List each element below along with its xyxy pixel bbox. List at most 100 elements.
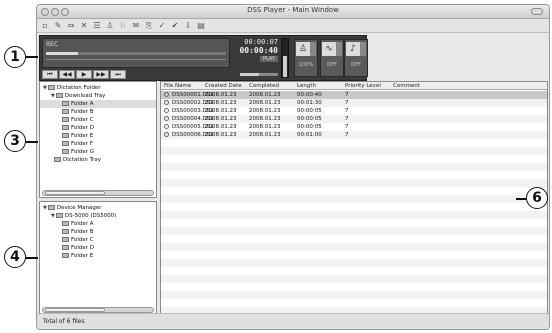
lcd-display: REC xyxy=(42,38,230,68)
folder-icon xyxy=(62,117,69,122)
scroll-thumb[interactable] xyxy=(45,308,105,312)
position-slider[interactable] xyxy=(46,52,226,55)
noise-cancel-control[interactable]: ∿ OFF xyxy=(320,39,344,77)
column-priority-level[interactable]: Priority Level xyxy=(345,82,381,90)
tree-item-device-folder-c[interactable]: Folder C xyxy=(62,236,94,244)
column-created-date[interactable]: Created Date xyxy=(205,82,242,90)
dictation-tree-panel: ▼ Dictation Folder ▼ Download Tray Folder … xyxy=(39,81,157,198)
voice-filter-control[interactable]: ♪ OFF xyxy=(344,39,368,77)
voice-filter-icon: ♪ xyxy=(346,42,360,56)
column-file-name[interactable]: File Name xyxy=(164,82,191,90)
skip-start-button[interactable]: ⏮ xyxy=(42,70,58,79)
tree-item-folder-d[interactable]: Folder D xyxy=(62,124,94,132)
empty-row xyxy=(161,251,547,259)
time-display: 00:00:07 00:00:40 PLAY xyxy=(234,38,278,68)
completed-cell: 2008.01.23 xyxy=(249,116,281,122)
table-row[interactable]: DSS00006.DS2 2008.01.23 2008.01.23 00:01:00… xyxy=(161,131,547,139)
tree-item-dictation-tray[interactable]: Dictation Tray xyxy=(54,156,101,164)
folder-icon xyxy=(62,141,69,146)
completed-cell: 2008.01.23 xyxy=(249,124,281,130)
level-meter-fill xyxy=(283,56,287,77)
pen-icon[interactable]: ✎ xyxy=(53,21,63,31)
skip-end-button[interactable]: ⏭ xyxy=(110,70,126,79)
rewind-button[interactable]: ◀◀ xyxy=(59,70,75,79)
info-icon[interactable]: ▤ xyxy=(196,21,206,31)
tree-item-device-manager[interactable]: ▼ Device Manager xyxy=(43,204,102,212)
column-length[interactable]: Length xyxy=(297,82,316,90)
noise-cancel-stepper[interactable] xyxy=(336,42,342,56)
length-cell: 00:01:30 xyxy=(297,100,322,106)
column-comment[interactable]: Comment xyxy=(393,82,420,90)
toolbar: ▫ ✎ ⇔ ✕ ☰ ♙ ♘ ✉ ⎘ ✓ ✔ ⇩ ▤ xyxy=(37,19,549,33)
empty-row xyxy=(161,203,547,211)
mail-icon[interactable]: ✉ xyxy=(131,21,141,31)
volume-slider[interactable] xyxy=(240,73,278,76)
folder-icon xyxy=(62,229,69,234)
tree-item-folder-c[interactable]: Folder C xyxy=(62,116,94,124)
table-row[interactable]: DSS00004.DS2 2008.01.23 2008.01.23 00:00:05… xyxy=(161,115,547,123)
table-row[interactable]: DSS00003.DS2 2008.01.23 2008.01.23 00:00:05… xyxy=(161,107,547,115)
recorder-icon xyxy=(55,213,63,218)
empty-row xyxy=(161,163,547,171)
table-row[interactable]: DSS00002.DS2 2008.01.23 2008.01.23 00:01:30… xyxy=(161,99,547,107)
tree-item-device-folder-b[interactable]: Folder B xyxy=(62,228,94,236)
tree-item-folder-f[interactable]: Folder F xyxy=(62,140,93,148)
empty-row xyxy=(161,299,547,307)
list-icon[interactable]: ☰ xyxy=(92,21,102,31)
main-window: DSS Player - Main Window ▫ ✎ ⇔ ✕ ☰ ♙ ♘ ✉… xyxy=(36,4,550,330)
column-completed[interactable]: Completed xyxy=(249,82,279,90)
empty-row xyxy=(161,267,547,275)
play-button[interactable]: ▶ xyxy=(76,70,92,79)
check2-icon[interactable]: ✔ xyxy=(170,21,180,31)
toolbar-toggle-button[interactable] xyxy=(531,8,543,15)
dictation-file-icon xyxy=(164,116,169,121)
speed-stepper[interactable] xyxy=(310,42,316,56)
table-row[interactable]: DSS00001.DS2 2008.01.23 2008.01.23 00:00:40… xyxy=(161,91,547,99)
tree-item-device-folder-a[interactable]: Folder A xyxy=(62,220,94,228)
completed-cell: 2008.01.23 xyxy=(249,100,281,106)
created-date-cell: 2008.01.23 xyxy=(205,132,237,138)
table-row[interactable]: DSS00005.DS2 2008.01.23 2008.01.23 00:00:05… xyxy=(161,123,547,131)
tree-item-device-folder-e[interactable]: Folder E xyxy=(62,252,93,260)
tree-item-ds5000[interactable]: ▼ DS-5000 (DS5000) xyxy=(51,212,116,220)
dictation-file-icon xyxy=(164,124,169,129)
export-icon[interactable]: ⎘ xyxy=(144,21,154,31)
dictation-tree-scrollbar[interactable] xyxy=(42,190,154,196)
rec-icon[interactable]: ♘ xyxy=(118,21,128,31)
tree-item-folder-g[interactable]: Folder G xyxy=(62,148,94,156)
download-icon[interactable]: ⇩ xyxy=(183,21,193,31)
length-cell: 00:00:05 xyxy=(297,108,322,114)
empty-row xyxy=(161,243,547,251)
tree-item-device-folder-d[interactable]: Folder D xyxy=(62,244,94,252)
play-icon[interactable]: ♙ xyxy=(105,21,115,31)
folder-icon xyxy=(62,109,69,114)
empty-row xyxy=(161,291,547,299)
tree-item-dictation-folder[interactable]: ▼ Dictation Folder xyxy=(43,84,100,92)
move-icon[interactable]: ⇔ xyxy=(66,21,76,31)
empty-row xyxy=(161,275,547,283)
speed-control[interactable]: ♙ 100% xyxy=(294,39,318,77)
new-icon[interactable]: ▫ xyxy=(40,21,50,31)
delete-icon[interactable]: ✕ xyxy=(79,21,89,31)
check-icon[interactable]: ✓ xyxy=(157,21,167,31)
tree-item-download-tray[interactable]: ▼ Download Tray xyxy=(51,92,105,100)
tree-item-folder-e[interactable]: Folder E xyxy=(62,132,93,140)
callout-3-line xyxy=(26,141,38,143)
tree-item-folder-a[interactable]: Folder A xyxy=(40,100,156,108)
voice-filter-value: OFF xyxy=(351,62,361,68)
tree-item-folder-b[interactable]: Folder B xyxy=(62,108,94,116)
length-cell: 00:00:05 xyxy=(297,124,322,130)
scroll-thumb[interactable] xyxy=(45,191,105,195)
noise-cancel-value: OFF xyxy=(327,62,337,68)
mode-label: PLAY xyxy=(259,56,278,62)
empty-row xyxy=(161,283,547,291)
folder-icon xyxy=(47,85,55,90)
folder-icon xyxy=(62,253,69,258)
speed-icon: ♙ xyxy=(296,42,310,56)
folder-icon xyxy=(54,157,61,162)
fast-forward-button[interactable]: ▶▶ xyxy=(93,70,109,79)
folder-icon xyxy=(62,125,69,130)
voice-filter-stepper[interactable] xyxy=(360,42,366,56)
empty-row xyxy=(161,155,547,163)
created-date-cell: 2008.01.23 xyxy=(205,100,237,106)
